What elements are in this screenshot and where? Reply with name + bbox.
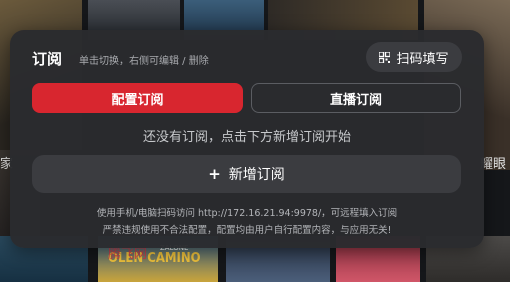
scan-fill-label: 扫码填写 — [396, 51, 449, 67]
remote-access-hint: 使用手机/电脑扫码访问 http://172.16.21.94:9978/，可远… — [96, 208, 398, 219]
plus-icon: + — [208, 165, 221, 183]
legal-disclaimer: 严禁违规使用不合法配置，配置均由用户自行配置内容，与应用无关! — [102, 225, 392, 236]
empty-state-message: 还没有订阅，点击下方新增订阅开始 — [142, 130, 351, 145]
add-subscription-button[interactable]: + 新增订阅 — [32, 155, 461, 193]
qr-code-icon — [378, 50, 392, 64]
tab-label: 配置订阅 — [111, 92, 164, 108]
tab-live-subscription[interactable]: 直播订阅 — [251, 83, 461, 113]
scan-fill-button[interactable]: 扫码填写 — [366, 42, 462, 72]
tab-config-subscription[interactable]: 配置订阅 — [32, 83, 243, 113]
add-subscription-label: 新增订阅 — [228, 167, 285, 183]
subscription-dialog: 订阅 单击切换，右侧可编辑 / 删除 扫码填写 配置订阅 直播订阅 还没有订阅，… — [10, 30, 484, 248]
dialog-title: 订阅 — [32, 50, 63, 68]
tab-label: 直播订阅 — [329, 92, 382, 108]
dialog-subtitle: 单击切换，右侧可编辑 / 删除 — [79, 56, 209, 67]
